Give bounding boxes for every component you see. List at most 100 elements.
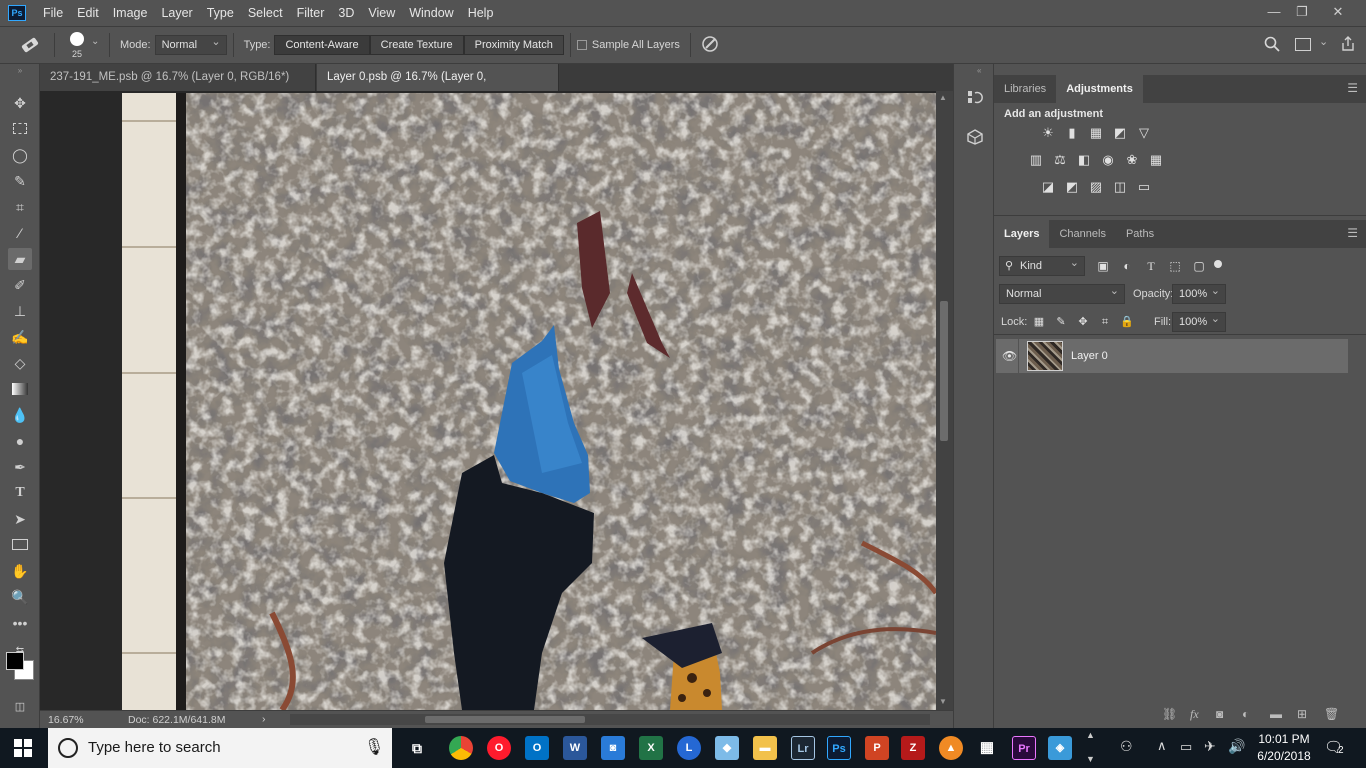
menu-select[interactable]: Select [241, 0, 290, 26]
3d-panel-icon[interactable] [966, 128, 984, 146]
canvas-area[interactable] [40, 91, 953, 710]
clone-stamp-tool-icon[interactable]: ⊥ [8, 300, 32, 322]
rectangle-tool-icon[interactable] [8, 534, 32, 556]
blur-tool-icon[interactable]: 💧 [8, 404, 32, 426]
lasso-tool-icon[interactable]: ◯ [8, 144, 32, 166]
premiere-icon[interactable]: Pr [1012, 736, 1036, 760]
type-create-texture-button[interactable]: Create Texture [369, 35, 464, 55]
new-layer-icon[interactable]: ⊞ [1297, 707, 1307, 721]
menu-view[interactable]: View [361, 0, 402, 26]
scroll-down-icon[interactable]: ▼ [1086, 754, 1095, 764]
search-icon[interactable] [1264, 36, 1280, 55]
vertical-scrollbar[interactable]: ▲ ▼ [936, 91, 953, 710]
link-layers-icon[interactable]: ⛓ [1162, 707, 1177, 721]
dodge-tool-icon[interactable]: ● [8, 430, 32, 452]
powerpoint-icon[interactable]: P [865, 736, 889, 760]
clock-date[interactable]: 6/20/2018 [1254, 749, 1314, 763]
channel-mixer-icon[interactable]: ❀ [1123, 152, 1141, 168]
invert-icon[interactable]: ◪ [1039, 179, 1057, 195]
vertical-scroll-thumb[interactable] [940, 301, 948, 441]
eraser-tool-icon[interactable]: ◇ [8, 352, 32, 374]
brush-tool-icon[interactable]: ✐ [8, 274, 32, 296]
eye-icon[interactable]: 👁 [1002, 349, 1017, 363]
menu-edit[interactable]: Edit [70, 0, 106, 26]
selective-color-icon[interactable]: ◫ [1111, 179, 1129, 195]
zoom-level[interactable]: 16.67% [48, 714, 84, 726]
microphone-icon[interactable]: 🎙 [364, 737, 384, 757]
filter-adjustment-icon[interactable]: ◐ [1118, 258, 1136, 274]
hue-saturation-icon[interactable]: ▥ [1027, 152, 1045, 168]
gradient-tool-icon[interactable] [8, 378, 32, 400]
healing-brush-preset-icon[interactable] [12, 30, 48, 60]
people-icon[interactable]: ⚇ [1120, 738, 1133, 755]
mode-select[interactable]: Normal [154, 33, 227, 55]
tab-layers[interactable]: Layers [994, 220, 1050, 248]
scroll-down-icon[interactable]: ▼ [939, 697, 947, 706]
history-brush-tool-icon[interactable]: ✍ [8, 326, 32, 348]
task-view-icon[interactable]: ⧉ [405, 736, 429, 760]
finder-icon[interactable]: ◈ [1048, 736, 1072, 760]
panel-menu-icon[interactable]: ☰ [1347, 226, 1358, 240]
color-balance-icon[interactable]: ⚖ [1051, 152, 1069, 168]
edge-icon[interactable]: ◙ [601, 736, 625, 760]
opera-icon[interactable]: O [487, 736, 511, 760]
workspace-icon[interactable] [1295, 38, 1311, 51]
clock-time[interactable]: 10:01 PM [1254, 732, 1314, 746]
fill-field[interactable]: 100% [1172, 310, 1226, 332]
layer-name[interactable]: Layer 0 [1071, 350, 1108, 362]
outlook-icon[interactable]: O [525, 736, 549, 760]
layer-mask-icon[interactable]: ◙ [1216, 707, 1223, 721]
exposure-icon[interactable]: ◩ [1111, 125, 1129, 141]
type-tool-icon[interactable]: T [8, 482, 32, 504]
type-proximity-match-button[interactable]: Proximity Match [463, 35, 564, 55]
filter-kind-select[interactable]: ⚲ Kind [999, 254, 1085, 276]
menu-help[interactable]: Help [461, 0, 501, 26]
curves-icon[interactable]: ▦ [1087, 125, 1105, 141]
airplane-mode-icon[interactable]: ✈ [1204, 738, 1216, 755]
brush-size-picker[interactable]: 25 ⌄ [61, 28, 99, 62]
filter-smart-object-icon[interactable]: ▢ [1190, 258, 1208, 274]
quick-selection-tool-icon[interactable]: ✎ [8, 170, 32, 192]
status-menu-arrow[interactable]: › [262, 713, 266, 725]
threshold-icon[interactable]: ▨ [1087, 179, 1105, 195]
menu-3d[interactable]: 3D [331, 0, 361, 26]
type-content-aware-button[interactable]: Content-Aware [274, 35, 370, 55]
black-white-icon[interactable]: ◧ [1075, 152, 1093, 168]
photo-filter-icon[interactable]: ◉ [1099, 152, 1117, 168]
path-selection-tool-icon[interactable]: ➤ [8, 508, 32, 530]
chrome-icon[interactable] [449, 736, 473, 760]
horizontal-scroll-thumb[interactable] [425, 716, 585, 723]
chevron-down-icon[interactable]: ⌄ [1319, 35, 1328, 48]
filter-type-icon[interactable]: T [1142, 258, 1160, 274]
windows-start-icon[interactable] [14, 739, 32, 760]
marquee-tool-icon[interactable] [8, 118, 32, 140]
lock-artboard-icon[interactable]: ⌗ [1096, 314, 1114, 330]
file-explorer-icon[interactable]: ▬ [753, 736, 777, 760]
zoom-tool-icon[interactable]: 🔍 [8, 586, 32, 608]
calculator-icon[interactable]: ▦ [975, 736, 999, 760]
levels-icon[interactable]: ▮ [1063, 125, 1081, 141]
move-tool-icon[interactable]: ✥ [8, 92, 32, 114]
blend-mode-select[interactable]: Normal [999, 282, 1125, 304]
tab-layer-0[interactable]: Layer 0.psb @ 16.7% (Layer 0, RGB/16*)× [317, 64, 559, 110]
filter-pixel-icon[interactable]: ▣ [1094, 258, 1112, 274]
share-icon[interactable] [1340, 36, 1356, 55]
quick-mask-icon[interactable]: ◫ [8, 696, 32, 718]
tab-channels[interactable]: Channels [1049, 220, 1115, 248]
menu-filter[interactable]: Filter [290, 0, 332, 26]
expand-icon[interactable]: « [977, 66, 981, 75]
lock-all-icon[interactable]: 🔒 [1118, 314, 1136, 330]
layer-row[interactable]: 👁 Layer 0 [996, 339, 1348, 373]
pen-tool-icon[interactable]: ✒ [8, 456, 32, 478]
filter-toggle-icon[interactable] [1214, 260, 1222, 268]
word-icon[interactable]: W [563, 736, 587, 760]
eyedropper-tool-icon[interactable]: ⁄ [8, 222, 32, 244]
chevron-up-icon[interactable]: ∧ [1157, 738, 1167, 754]
history-panel-icon[interactable] [966, 88, 984, 106]
tab-libraries[interactable]: Libraries [994, 75, 1056, 103]
filezilla-icon[interactable]: Z [901, 736, 925, 760]
scroll-up-icon[interactable]: ▲ [939, 93, 947, 102]
crop-tool-icon[interactable]: ⌗ [8, 196, 32, 218]
healing-brush-tool-icon[interactable]: ▰ [8, 248, 32, 270]
hand-tool-icon[interactable]: ✋ [8, 560, 32, 582]
